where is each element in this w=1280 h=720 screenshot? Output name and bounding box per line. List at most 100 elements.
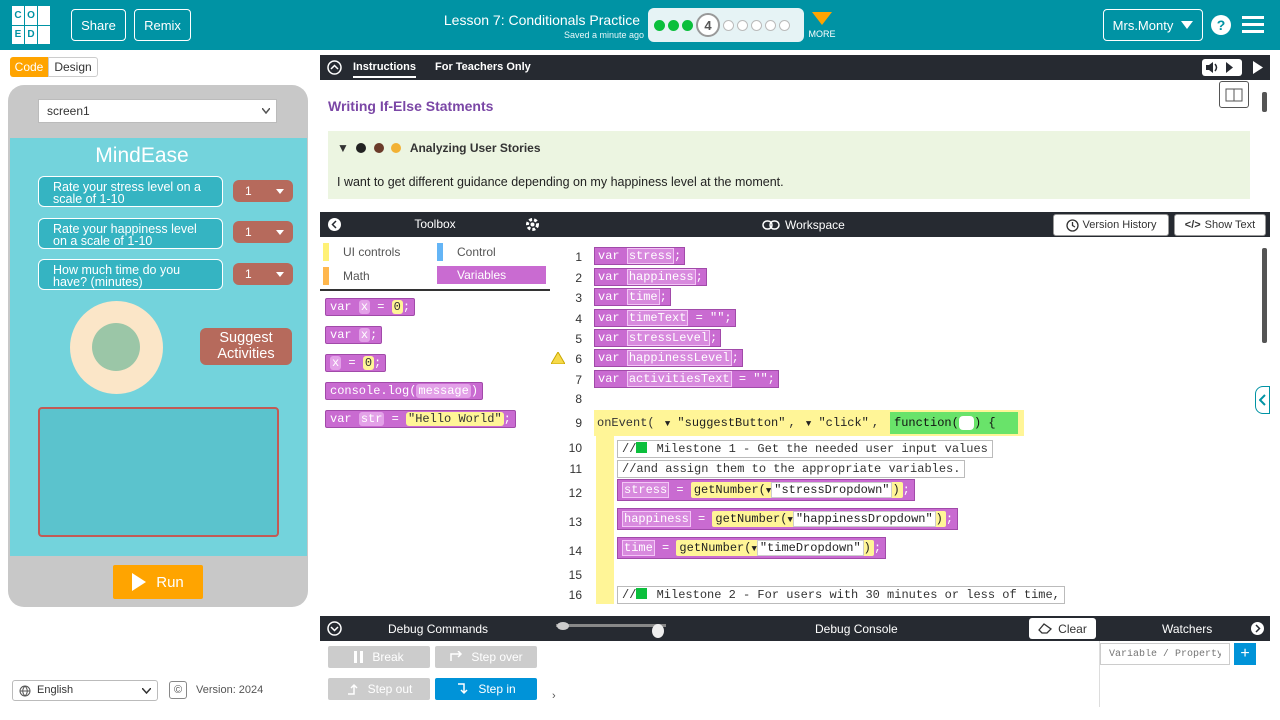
step-out-button[interactable]: Step out xyxy=(328,678,430,700)
category-control[interactable]: Control xyxy=(437,243,496,261)
watch-variable-input[interactable] xyxy=(1100,643,1230,665)
remix-button[interactable]: Remix xyxy=(134,9,191,41)
assign-happiness[interactable]: happiness = getNumber(▼ "happinessDropdow… xyxy=(617,508,959,530)
mindease-logo-image xyxy=(70,301,163,394)
block-var-declare[interactable]: var x; xyxy=(325,326,383,344)
chevron-left-icon xyxy=(1259,394,1266,406)
collapse-left-icon[interactable] xyxy=(327,217,342,232)
instructions-scrollbar[interactable] xyxy=(1259,82,1269,200)
avatar-icon xyxy=(373,143,384,153)
step-in-button[interactable]: Step in xyxy=(435,678,537,700)
speaker-button[interactable] xyxy=(1202,59,1242,76)
category-math[interactable]: Math xyxy=(323,267,370,285)
assign-stress[interactable]: stress = getNumber(▼ "stressDropdown"); xyxy=(617,479,915,501)
tab-teachers-only[interactable]: For Teachers Only xyxy=(435,61,531,73)
show-text-button[interactable]: </> Show Text xyxy=(1174,214,1266,236)
clear-button[interactable]: Clear xyxy=(1029,618,1096,639)
current-level[interactable]: 4 xyxy=(696,13,720,37)
immersive-reader-button[interactable] xyxy=(1219,81,1249,108)
on-event-line[interactable]: onEvent( ▼ "suggestButton", ▼ "click", xyxy=(597,415,886,431)
level-dot[interactable] xyxy=(751,19,762,31)
expand-panel-button[interactable] xyxy=(1255,386,1270,414)
toolbox-divider xyxy=(320,289,550,291)
warning-icon[interactable] xyxy=(551,352,565,364)
language-select[interactable]: English xyxy=(12,680,158,701)
category-ui-controls[interactable]: UI controls xyxy=(323,243,400,261)
collapse-down-icon[interactable] xyxy=(327,621,342,636)
play-icon[interactable] xyxy=(1253,61,1263,74)
line-number: 15 xyxy=(568,568,582,582)
watchers-scrollbar[interactable] xyxy=(1259,641,1269,707)
code-line[interactable]: var stressLevel; xyxy=(594,329,722,347)
avatar-icon xyxy=(390,143,401,153)
milestone-2-comment[interactable]: // Milestone 2 - For users with 30 minut… xyxy=(617,586,1065,604)
design-mode-tab[interactable]: Design xyxy=(48,57,98,77)
collapse-icon[interactable] xyxy=(327,60,342,75)
code-line[interactable]: var time; xyxy=(594,288,671,306)
code-line[interactable]: var stress; xyxy=(594,247,686,265)
level-dot[interactable] xyxy=(668,19,679,31)
more-levels-button[interactable]: MORE xyxy=(808,10,836,39)
code-line[interactable]: var happinessLevel; xyxy=(594,349,743,367)
story-heading[interactable]: ▼ Analyzing User Stories xyxy=(337,141,541,155)
line-number: 5 xyxy=(575,332,582,346)
help-icon[interactable]: ? xyxy=(1211,15,1231,35)
play-icon xyxy=(132,573,147,591)
line-number: 4 xyxy=(575,312,582,326)
code-line[interactable]: var timeText = ""; xyxy=(594,309,736,327)
caret-down-icon xyxy=(1181,21,1194,29)
chevron-right-icon[interactable] xyxy=(1250,621,1265,636)
share-button[interactable]: Share xyxy=(71,9,126,41)
time-dropdown[interactable]: 1 xyxy=(233,263,293,285)
hamburger-menu-icon[interactable] xyxy=(1242,16,1264,34)
tab-instructions[interactable]: Instructions xyxy=(353,61,416,78)
block-assign[interactable]: x = 0; xyxy=(325,354,387,372)
activities-output-area xyxy=(38,407,279,537)
code-line[interactable]: var happiness; xyxy=(594,268,707,286)
level-dot[interactable] xyxy=(765,19,776,31)
chevron-down-icon xyxy=(142,688,151,694)
code-mode-tab[interactable]: Code xyxy=(10,57,48,77)
version-history-button[interactable]: Version History xyxy=(1053,214,1169,236)
debug-console-title: Debug Console xyxy=(815,622,898,636)
step-over-button[interactable]: Step over xyxy=(435,646,537,668)
copyright-icon[interactable]: © xyxy=(169,681,187,699)
block-console-log[interactable]: console.log(message) xyxy=(325,382,484,400)
block-var-string[interactable]: var str = "Hello World"; xyxy=(325,410,516,428)
pause-icon xyxy=(354,651,364,663)
stress-dropdown[interactable]: 1 xyxy=(233,180,293,202)
level-dot[interactable] xyxy=(723,19,734,31)
comment-line[interactable]: //and assign them to the appropriate var… xyxy=(617,460,966,478)
break-button[interactable]: Break xyxy=(328,646,430,668)
code-org-logo[interactable]: CO ED xyxy=(12,6,50,44)
level-dot[interactable] xyxy=(737,19,748,31)
checkbox-icon[interactable] xyxy=(636,442,648,453)
category-variables[interactable]: Variables xyxy=(437,266,546,284)
screen-select[interactable]: screen1 xyxy=(38,99,277,123)
console-prompt-icon[interactable]: › xyxy=(552,690,556,702)
user-menu[interactable]: Mrs.Monty xyxy=(1103,9,1203,41)
level-dot[interactable] xyxy=(779,19,790,31)
line-number: 16 xyxy=(568,588,582,602)
gear-icon[interactable] xyxy=(525,217,540,232)
code-line[interactable]: var activitiesText = ""; xyxy=(594,370,779,388)
line-number: 9 xyxy=(575,416,582,430)
block-var-assign[interactable]: var x = 0; xyxy=(325,298,416,316)
level-dot[interactable] xyxy=(654,19,665,31)
run-button[interactable]: Run xyxy=(113,565,203,599)
speed-slider[interactable] xyxy=(556,624,666,627)
time-label: How much time do you have? (minutes) xyxy=(38,259,223,290)
speaker-icon xyxy=(1206,62,1233,73)
happiness-dropdown[interactable]: 1 xyxy=(233,221,293,243)
level-dot[interactable] xyxy=(682,19,693,31)
code-icon: </> xyxy=(1184,219,1201,231)
function-block[interactable]: function( ) { xyxy=(890,412,1018,434)
stress-label: Rate your stress level on a scale of 1-1… xyxy=(38,176,223,207)
checkbox-icon[interactable] xyxy=(636,588,648,599)
assign-time[interactable]: time = getNumber(▼ "timeDropdown"); xyxy=(617,537,887,559)
workspace-scrollbar[interactable] xyxy=(1259,240,1269,602)
add-watch-button[interactable]: + xyxy=(1234,643,1256,665)
milestone-1-comment[interactable]: // Milestone 1 - Get the needed user inp… xyxy=(617,440,993,458)
suggest-activities-button[interactable]: Suggest Activities xyxy=(200,328,292,365)
globe-icon xyxy=(19,685,31,697)
